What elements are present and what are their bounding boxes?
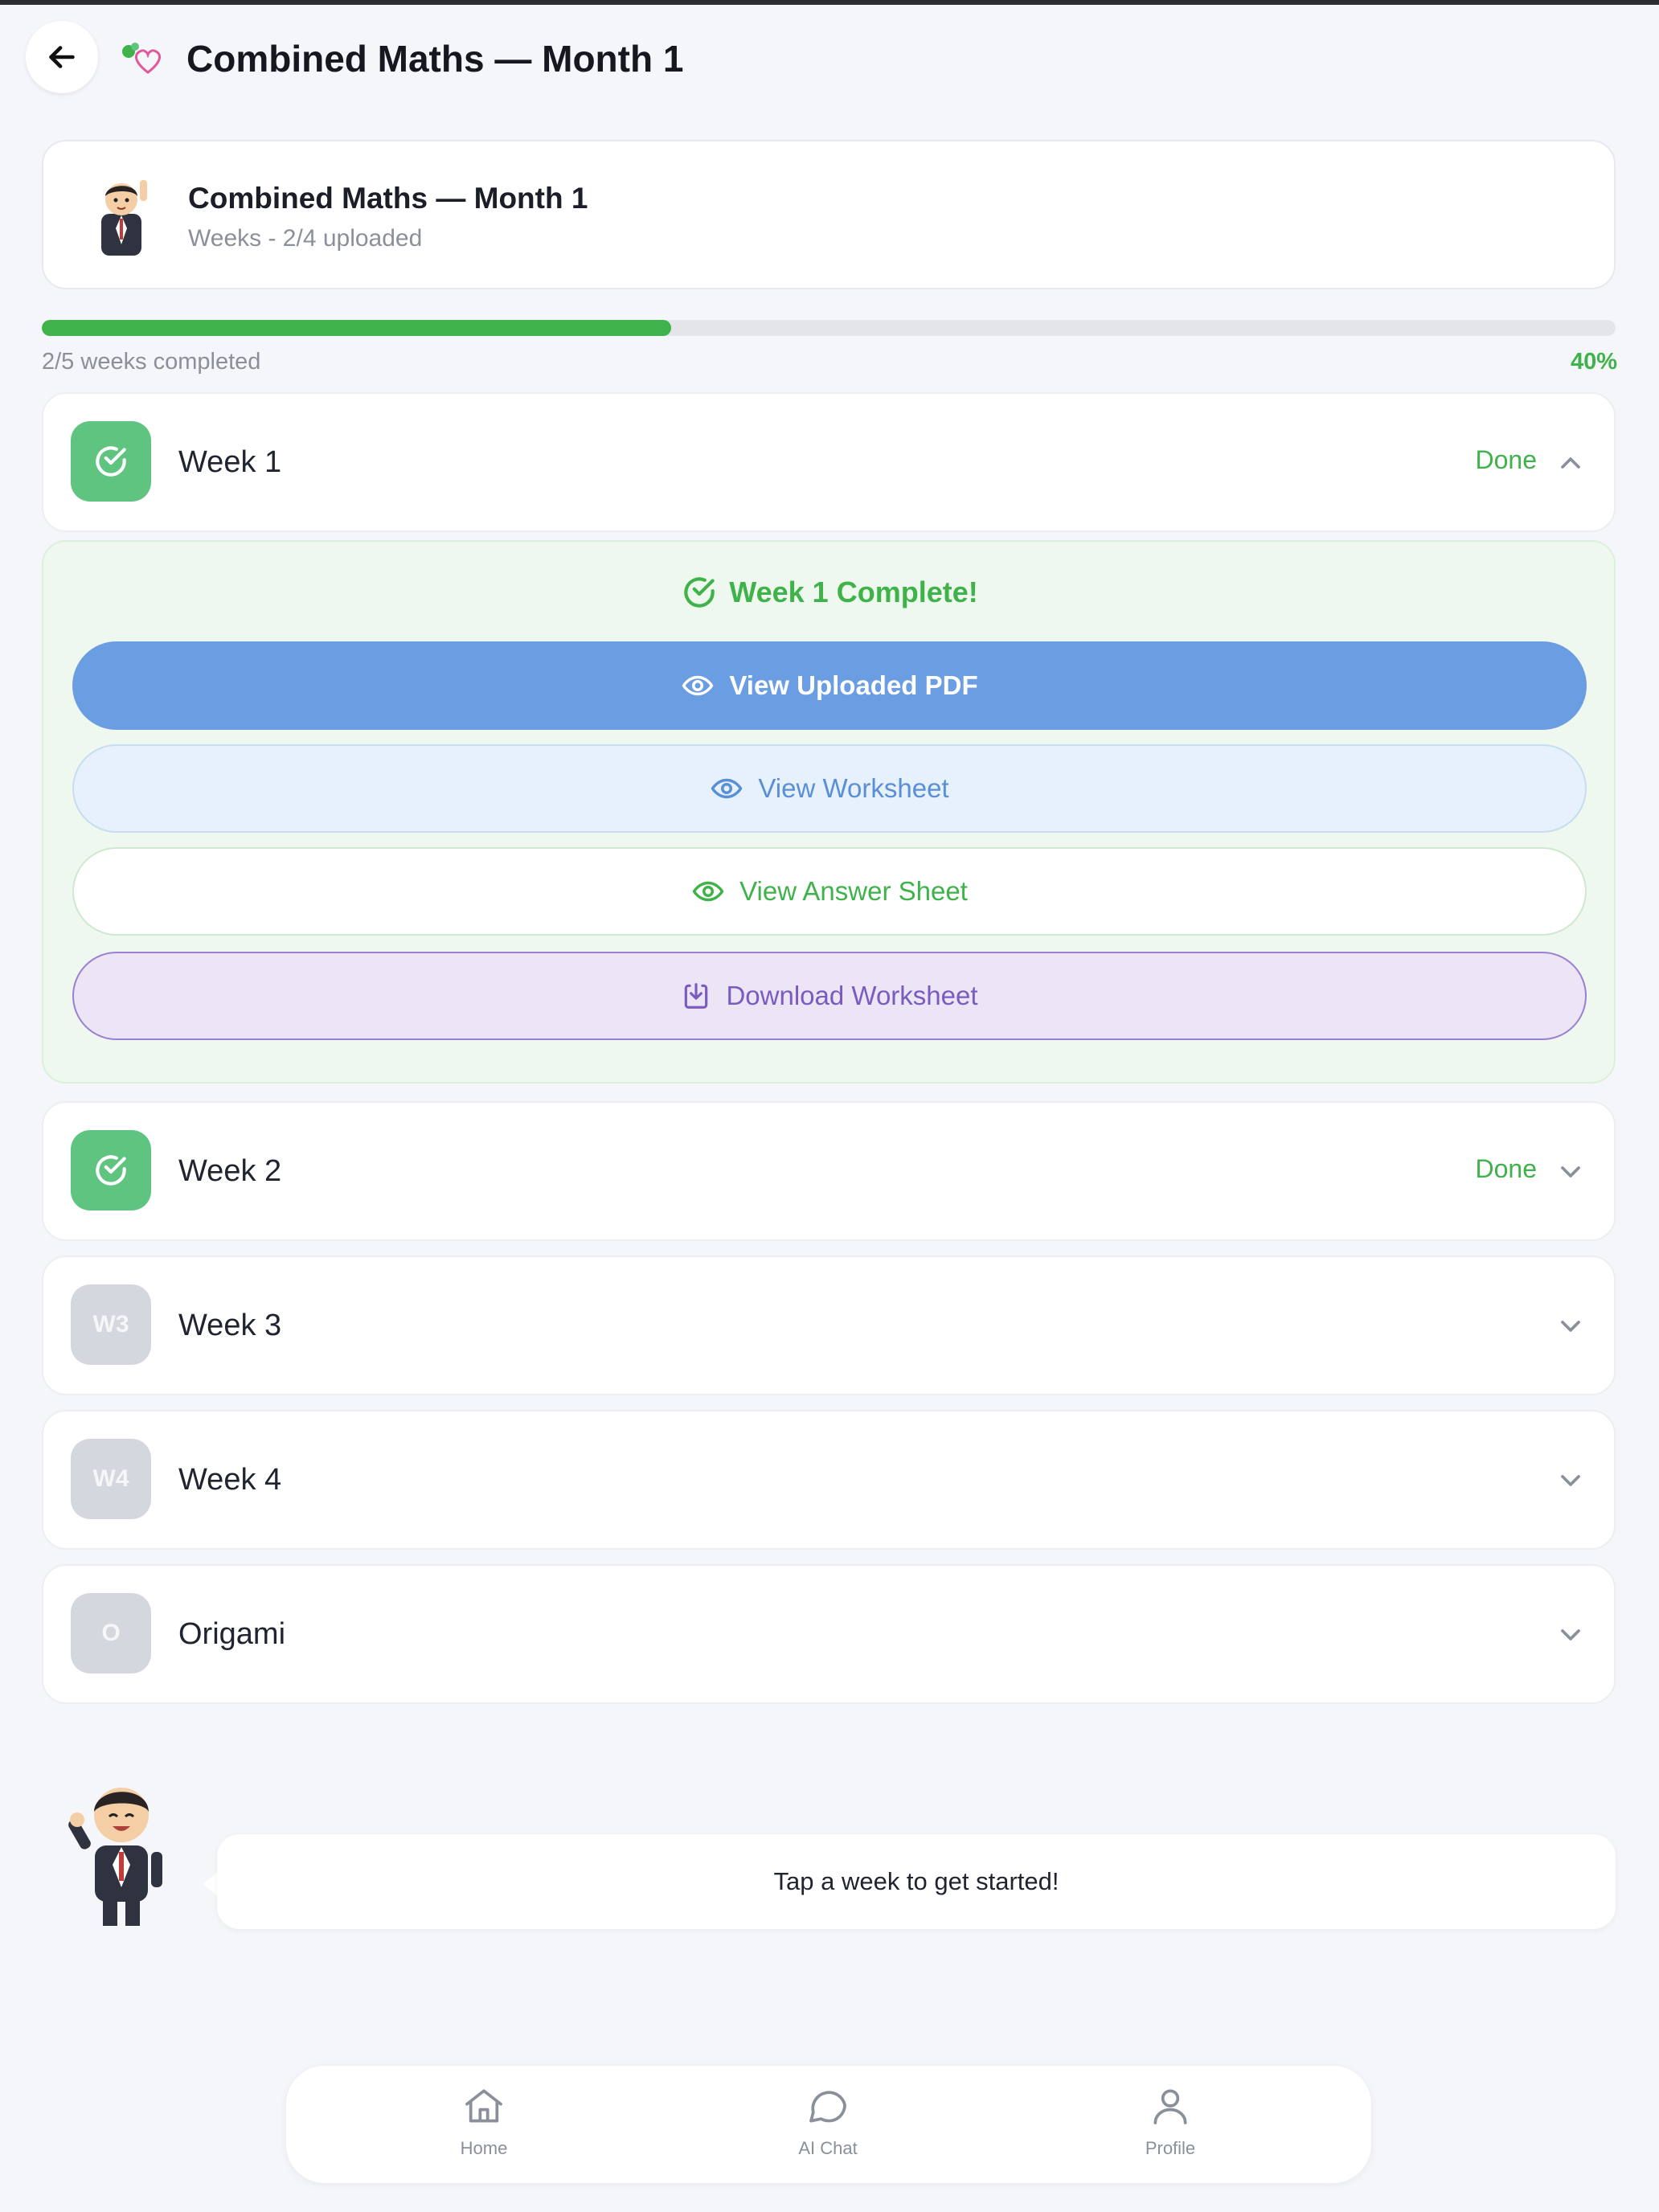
week-4-label: Week 4: [178, 1463, 282, 1497]
week-1-expanded-panel: Week 1 Complete! View Uploaded PDF View …: [42, 540, 1616, 1083]
progress-bar-fill: [42, 320, 672, 336]
course-title: Combined Maths — Month 1: [188, 182, 588, 215]
bottom-navigation: Home AI Chat Profile: [286, 2066, 1371, 2183]
week-2-label: Week 2: [178, 1154, 282, 1188]
nav-ai-chat[interactable]: AI Chat: [756, 2083, 900, 2172]
download-icon: [685, 983, 708, 1009]
chevron-up-icon[interactable]: [1555, 447, 1587, 479]
view-worksheet-button[interactable]: View Worksheet: [72, 744, 1587, 833]
chevron-down-icon[interactable]: [1555, 1619, 1587, 1651]
week-1-badge: [71, 421, 151, 502]
page-title: Combined Maths — Month 1: [186, 38, 684, 80]
chevron-down-icon[interactable]: [1555, 1464, 1587, 1497]
origami-label: Origami: [178, 1617, 286, 1651]
teacher-avatar: [101, 180, 147, 256]
arrow-left-icon: [49, 46, 75, 68]
download-worksheet-label: Download Worksheet: [726, 981, 978, 1010]
week-complete-text: Week 1 Complete!: [729, 576, 978, 608]
nav-home[interactable]: Home: [412, 2083, 556, 2172]
app-header: Combined Maths — Month 1: [0, 5, 1659, 111]
view-answer-sheet-label: View Answer Sheet: [739, 876, 968, 906]
week-row-4[interactable]: W4 Week 4: [42, 1410, 1616, 1550]
check-circle-icon: [96, 1155, 126, 1186]
chevron-down-icon[interactable]: [1555, 1156, 1587, 1188]
view-uploaded-pdf-button[interactable]: View Uploaded PDF: [72, 641, 1587, 730]
progress-text: 2/5 weeks completed: [42, 349, 261, 375]
eye-icon: [682, 675, 714, 696]
course-card: Combined Maths — Month 1 Weeks - 2/4 upl…: [42, 140, 1616, 289]
week-4-badge: W4: [71, 1439, 151, 1519]
check-circle-icon: [96, 446, 126, 477]
week-row-1[interactable]: Week 1 Done: [42, 392, 1616, 532]
tip-speech-bubble: Tap a week to get started!: [217, 1834, 1616, 1929]
chat-bubble-icon: [809, 2091, 846, 2123]
tip-text: Tap a week to get started!: [773, 1867, 1059, 1895]
week-3-label: Week 3: [178, 1309, 282, 1342]
origami-badge: O: [71, 1593, 151, 1673]
view-worksheet-label: View Worksheet: [758, 773, 949, 803]
heart-leaf-icon: [122, 43, 162, 74]
nav-home-label: Home: [460, 2138, 508, 2158]
course-subtitle: Weeks - 2/4 uploaded: [188, 225, 423, 252]
week-3-badge: W3: [71, 1284, 151, 1365]
week-row-2[interactable]: Week 2 Done: [42, 1101, 1616, 1241]
week-2-badge: [71, 1130, 151, 1210]
speech-bubble-tail: [203, 1871, 219, 1897]
chevron-down-icon[interactable]: [1555, 1310, 1587, 1342]
view-answer-sheet-button[interactable]: View Answer Sheet: [72, 847, 1587, 936]
week-1-status: Done: [1475, 445, 1538, 474]
teacher-mascot: [68, 1788, 162, 1926]
nav-ai-chat-label: AI Chat: [798, 2138, 858, 2158]
eye-icon: [692, 881, 724, 902]
week-row-3[interactable]: W3 Week 3: [42, 1256, 1616, 1395]
week-1-label: Week 1: [178, 445, 282, 479]
eye-icon: [711, 778, 743, 799]
week-complete-banner: Week 1 Complete!: [43, 572, 1614, 612]
user-icon: [1153, 2089, 1187, 2124]
week-row-origami[interactable]: O Origami: [42, 1564, 1616, 1704]
week-2-status: Done: [1475, 1154, 1538, 1183]
nav-profile-label: Profile: [1145, 2138, 1196, 2158]
download-worksheet-button[interactable]: Download Worksheet: [72, 952, 1587, 1040]
progress-bar: [42, 320, 1616, 336]
view-uploaded-pdf-label: View Uploaded PDF: [729, 670, 978, 700]
progress-percent: 40%: [1570, 349, 1617, 375]
back-button[interactable]: [26, 21, 98, 93]
home-icon: [465, 2089, 502, 2123]
nav-profile[interactable]: Profile: [1098, 2083, 1243, 2172]
check-circle-icon: [684, 577, 715, 608]
